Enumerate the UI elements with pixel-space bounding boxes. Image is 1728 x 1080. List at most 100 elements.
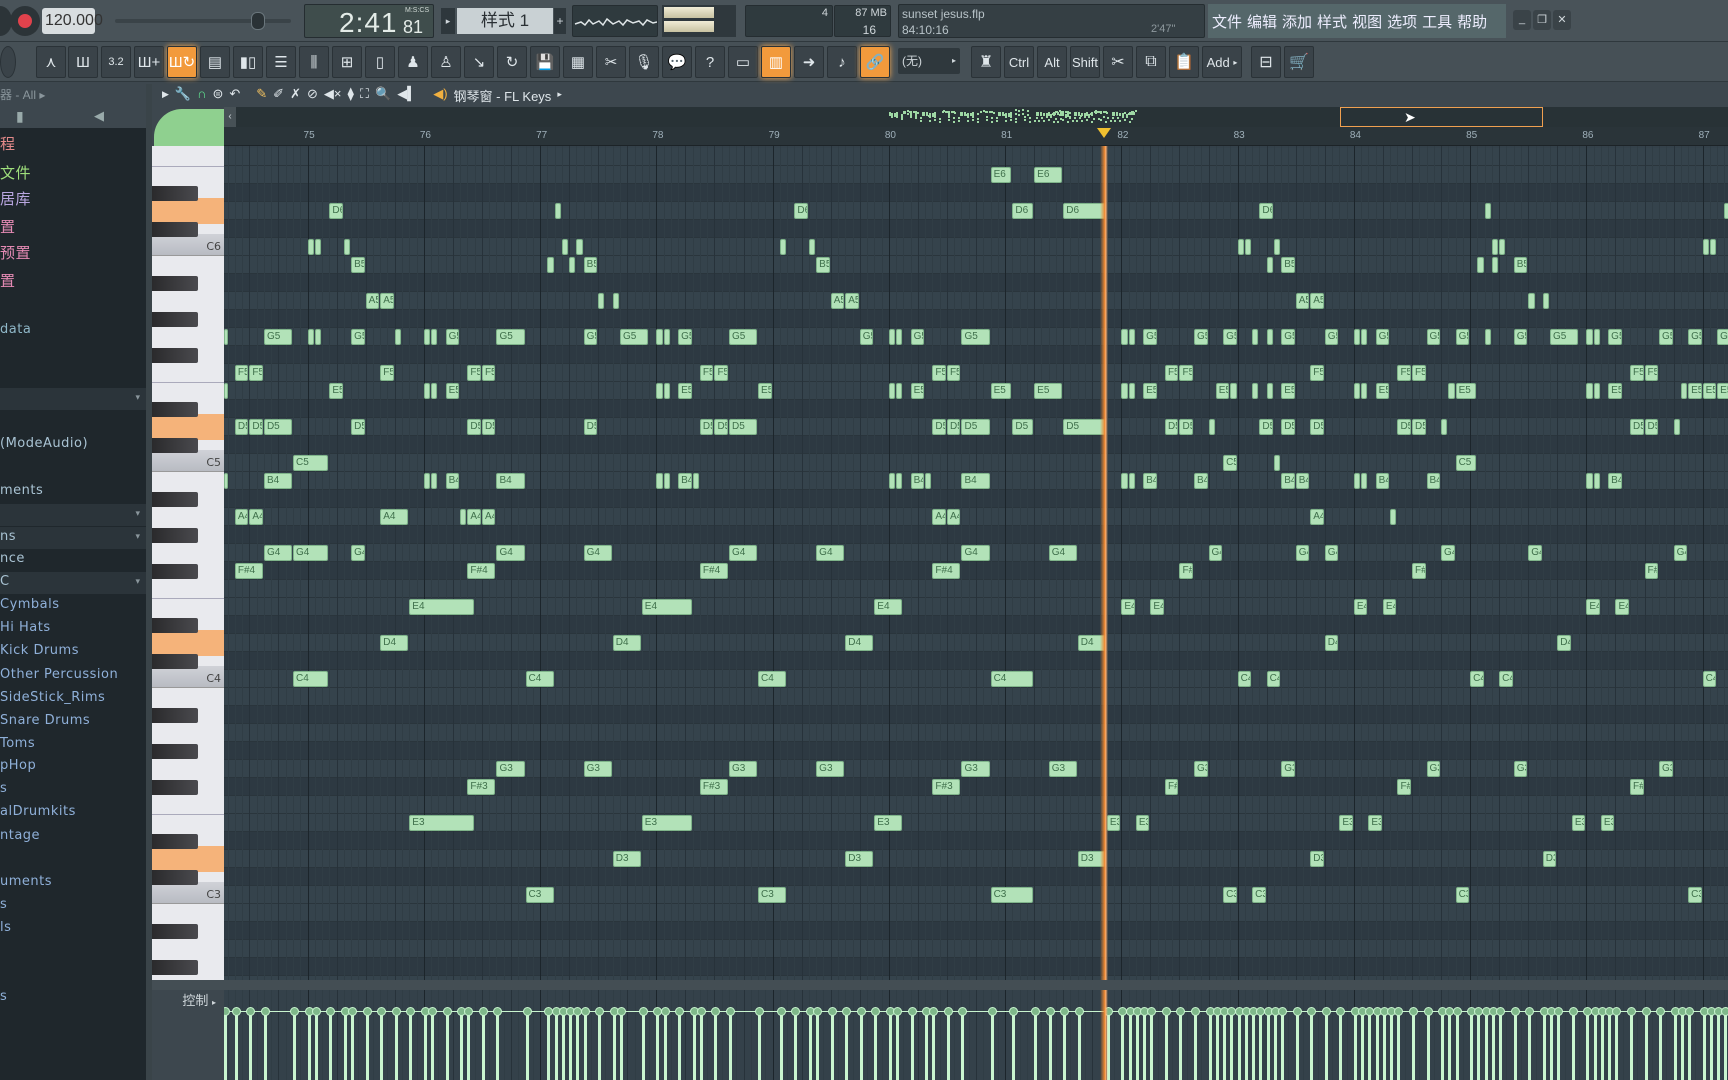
black-key[interactable]	[152, 780, 198, 795]
velocity-bar[interactable]	[664, 1012, 667, 1080]
velocity-handle[interactable]	[232, 1007, 241, 1016]
velocity-handle[interactable]	[1336, 1007, 1345, 1016]
velocity-handle[interactable]	[1569, 1007, 1578, 1016]
velocity-bar[interactable]	[249, 1012, 252, 1080]
note[interactable]: B5	[1513, 257, 1528, 273]
bar-number[interactable]: 76	[420, 130, 431, 141]
note[interactable]	[1673, 419, 1680, 435]
note[interactable]	[888, 383, 896, 399]
note[interactable]: F#3	[1397, 779, 1411, 795]
note[interactable]	[423, 383, 431, 399]
note[interactable]: C4	[1470, 671, 1484, 687]
note[interactable]: B4	[678, 473, 692, 489]
note[interactable]: A5	[1310, 293, 1324, 309]
black-key[interactable]	[152, 744, 198, 759]
note[interactable]: G4	[1324, 545, 1339, 561]
velocity-bar[interactable]	[1397, 1012, 1400, 1080]
velocity-bar[interactable]	[496, 1012, 499, 1080]
note[interactable]: C3	[990, 887, 1034, 903]
note[interactable]	[896, 329, 903, 345]
browser-section-header[interactable]: ▾	[0, 572, 146, 594]
note[interactable]: G3	[1513, 761, 1528, 777]
delete-icon[interactable]: ✗	[290, 86, 301, 105]
note[interactable]: C5	[293, 455, 329, 471]
velocity-bar[interactable]	[598, 1012, 601, 1080]
note[interactable]: G4	[351, 545, 365, 561]
plugin-button[interactable]: ♟	[398, 46, 428, 78]
velocity-bar[interactable]	[794, 1012, 797, 1080]
note[interactable]: F#4	[1179, 563, 1193, 579]
note[interactable]: G3	[496, 761, 525, 777]
note[interactable]: F#3	[1629, 779, 1644, 795]
velocity-bar[interactable]	[1063, 1012, 1066, 1080]
velocity-bar[interactable]	[1012, 1012, 1015, 1080]
note[interactable]: F5	[932, 365, 946, 381]
browser-item[interactable]: ns	[0, 529, 16, 544]
note[interactable]	[1361, 473, 1368, 489]
note[interactable]	[1266, 383, 1273, 399]
note[interactable]: E4	[874, 599, 903, 615]
black-key[interactable]	[152, 924, 198, 939]
note[interactable]: F5	[1397, 365, 1411, 381]
velocity-bar[interactable]	[896, 1012, 899, 1080]
black-key[interactable]	[152, 186, 198, 201]
velocity-handle[interactable]	[1031, 1007, 1040, 1016]
note[interactable]: A4	[467, 509, 481, 525]
note[interactable]: E5	[1143, 383, 1157, 399]
browser-item[interactable]: ls	[0, 920, 11, 935]
note[interactable]: D5	[263, 419, 293, 435]
velocity-bar[interactable]	[547, 1012, 550, 1080]
velocity-bar[interactable]	[409, 1012, 412, 1080]
note[interactable]: F#3	[1164, 779, 1179, 795]
velocity-bar[interactable]	[911, 1012, 914, 1080]
note[interactable]	[1593, 383, 1600, 399]
velocity-bar[interactable]	[1492, 1012, 1495, 1080]
highlighted-key[interactable]	[152, 630, 224, 656]
velocity-bar[interactable]	[693, 1012, 696, 1080]
velocity-handle[interactable]	[595, 1007, 604, 1016]
velocity-bar[interactable]	[1376, 1012, 1379, 1080]
note[interactable]: G3	[583, 761, 612, 777]
note[interactable]: F#4	[699, 563, 728, 579]
menu-help[interactable]: 帮助	[1457, 11, 1487, 32]
velocity-bar[interactable]	[1361, 1012, 1364, 1080]
velocity-bar[interactable]	[1179, 1012, 1182, 1080]
instrument-speaker-icon[interactable]: ◀)	[433, 86, 447, 105]
typing-keyboard-button[interactable]: Ш↻	[167, 46, 197, 78]
note[interactable]: G5	[910, 329, 925, 345]
velocity-bar[interactable]	[460, 1012, 463, 1080]
note[interactable]: D5	[1012, 419, 1034, 435]
velocity-handle[interactable]	[1191, 1007, 1200, 1016]
browser-button[interactable]: ▯	[365, 46, 395, 78]
piano-roll-button[interactable]: ⊞	[332, 46, 362, 78]
velocity-bar[interactable]	[1209, 1012, 1212, 1080]
browser-item[interactable]: uments	[0, 874, 52, 889]
velocity-handle[interactable]	[1293, 1007, 1302, 1016]
note[interactable]: E5	[1281, 383, 1295, 399]
note[interactable]: D4	[845, 635, 874, 651]
browser-item[interactable]: 程	[0, 133, 16, 154]
velocity-handle[interactable]	[988, 1007, 997, 1016]
velocity-handle[interactable]	[581, 1007, 590, 1016]
note[interactable]: D6	[1259, 203, 1273, 219]
note[interactable]: C5	[1223, 455, 1237, 471]
note[interactable]: G5	[1608, 329, 1622, 345]
note[interactable]: C4	[1499, 671, 1513, 687]
velocity-bar[interactable]	[700, 1012, 703, 1080]
velocity-bar[interactable]	[961, 1012, 964, 1080]
velocity-bar[interactable]	[1230, 1012, 1233, 1080]
note[interactable]: G5	[1375, 329, 1390, 345]
note[interactable]: D5	[583, 419, 598, 435]
note[interactable]: E3	[1600, 815, 1615, 831]
velocity-bar[interactable]	[1049, 1012, 1052, 1080]
black-key[interactable]	[152, 492, 198, 507]
note[interactable]: G3	[1281, 761, 1295, 777]
playhead[interactable]	[1099, 990, 1108, 1080]
note[interactable]: B5	[351, 257, 365, 273]
note[interactable]: A4	[1310, 509, 1324, 525]
velocity-handle[interactable]	[290, 1007, 299, 1016]
link-button[interactable]: 🔗	[860, 46, 890, 78]
velocity-handle[interactable]	[1721, 1007, 1728, 1016]
note[interactable]	[1121, 473, 1128, 489]
note[interactable]: B4	[1375, 473, 1390, 489]
